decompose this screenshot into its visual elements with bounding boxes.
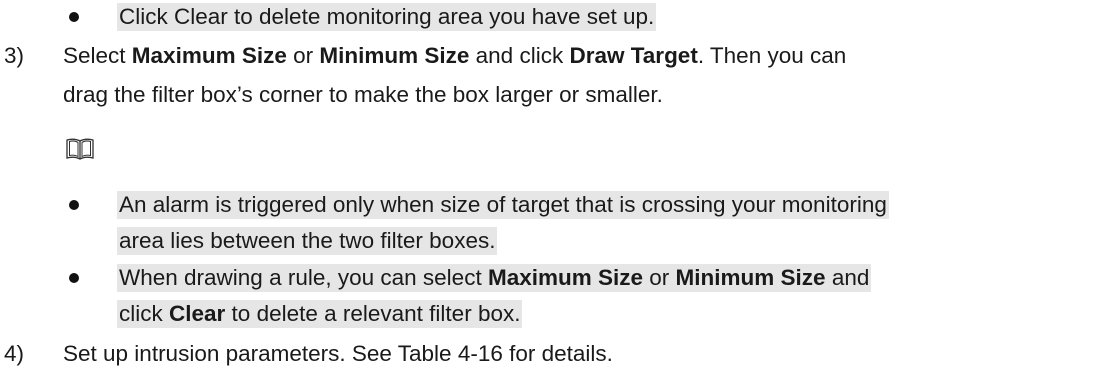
bullet-dot <box>69 273 79 283</box>
note-2-line-2: click Clear to delete a relevant filter … <box>117 300 523 328</box>
draw-target-term: Draw Target <box>569 43 698 68</box>
step-3-line-2: drag the filter box’s corner to make the… <box>63 82 663 107</box>
bullet-dot <box>69 12 79 22</box>
note-2-text: click <box>119 301 169 326</box>
step-3-text: and click <box>469 43 570 68</box>
book-icon <box>66 138 94 160</box>
bullet-dot <box>69 200 79 210</box>
step-3-text: or <box>286 43 320 68</box>
maximum-size-term: Maximum Size <box>131 43 287 68</box>
minimum-size-term: Minimum Size <box>675 265 826 290</box>
note-2-text: to delete a relevant filter box. <box>225 301 521 326</box>
note-2-line-1: When drawing a rule, you can select Maxi… <box>117 264 872 292</box>
minimum-size-term: Minimum Size <box>319 43 470 68</box>
maximum-size-term: Maximum Size <box>487 265 644 290</box>
note-2-text: and <box>825 265 870 290</box>
step-3-text: Select <box>63 43 132 68</box>
step-3-text: . Then you can <box>697 43 847 68</box>
note-1-line-2: area lies between the two filter boxes. <box>117 227 498 255</box>
step-3-line-1: Select Maximum Size or Minimum Size and … <box>63 42 846 70</box>
step-number: 4) <box>4 341 25 366</box>
clear-term: Clear <box>169 301 226 326</box>
bullet-text: Click Clear to delete monitoring area yo… <box>117 3 657 31</box>
note-2-text: When drawing a rule, you can select <box>119 265 488 290</box>
note-1-line-1: An alarm is triggered only when size of … <box>117 191 889 219</box>
step-number: 3) <box>4 43 25 68</box>
note-2-text: or <box>643 265 676 290</box>
step-4-text: Set up intrusion parameters. See Table 4… <box>63 341 613 366</box>
